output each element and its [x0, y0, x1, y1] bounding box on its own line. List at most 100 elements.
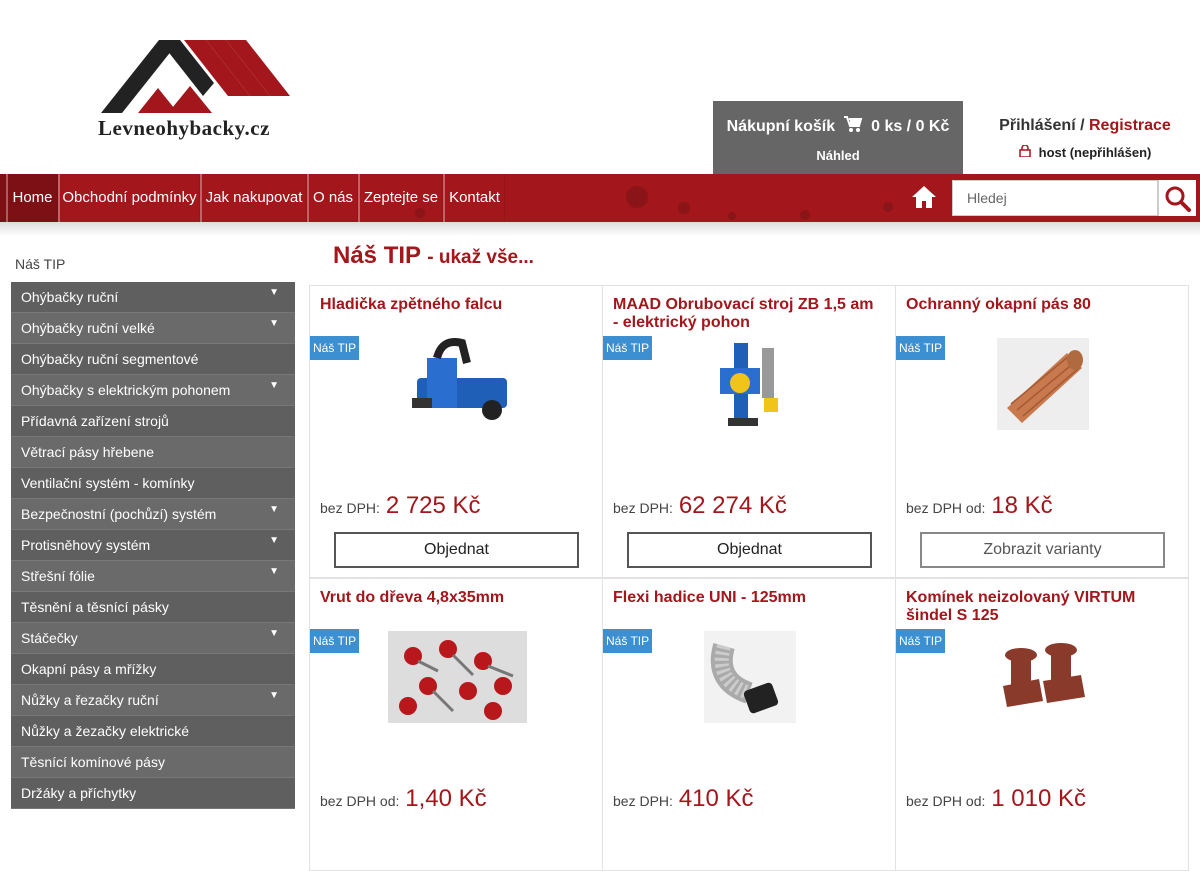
- product-name-link[interactable]: MAAD Obrubovací stroj ZB 1,5 am - elektr…: [613, 296, 883, 332]
- price-line: bez DPH od: 1,40 Kč: [320, 785, 487, 813]
- order-button[interactable]: Objednat: [627, 532, 872, 568]
- search-button[interactable]: [1158, 180, 1196, 216]
- price-label: bez DPH od:: [320, 793, 400, 809]
- sidebar-category-item[interactable]: Těsnící komínové pásy: [11, 747, 295, 778]
- site-logo[interactable]: Levneohybacky.cz: [98, 38, 330, 140]
- sidebar-category-label: Střešní fólie: [21, 568, 95, 584]
- cart-label: Nákupní košík: [726, 117, 836, 135]
- login-separator: /: [1075, 117, 1089, 134]
- nav-shadow: [0, 222, 1200, 236]
- sidebar-category-label: Těsnící komínové pásy: [21, 754, 165, 770]
- submenu-arrow-icon: ▼: [269, 690, 279, 701]
- lock-icon: [1018, 144, 1031, 160]
- tip-badge: Náš TIP: [896, 336, 946, 360]
- sidebar-category-label: Ohýbačky s elektrickým pohonem: [21, 382, 231, 398]
- sidebar-category-label: Ohýbačky ruční velké: [21, 320, 155, 336]
- sidebar-category-item[interactable]: Ventilační systém - komínky: [11, 468, 295, 499]
- sidebar-category-label: Nůžky a řezačky ruční: [21, 692, 159, 708]
- sidebar-category-item[interactable]: Okapní pásy a mřížky: [11, 654, 295, 685]
- product-name-link[interactable]: Ochranný okapní pás 80: [906, 296, 1176, 314]
- price-line: bez DPH: 2 725 Kč: [320, 492, 481, 520]
- sidebar-category-item[interactable]: Přídavná zařízení strojů: [11, 406, 295, 437]
- search-input[interactable]: [952, 180, 1158, 216]
- sidebar-category-item[interactable]: Ohýbačky ruční ▼: [11, 282, 295, 313]
- sidebar-category-item[interactable]: Střešní fólie ▼: [11, 561, 295, 592]
- nav-decoration-dot: [678, 202, 690, 214]
- price-label: bez DPH od:: [906, 793, 986, 809]
- sidebar-category-label: Přídavná zařízení strojů: [21, 413, 169, 429]
- product-image[interactable]: [397, 338, 517, 435]
- sidebar-category-item[interactable]: Stáčečky ▼: [11, 623, 295, 654]
- product-image[interactable]: [388, 631, 527, 728]
- logo-text: Levneohybacky.cz: [98, 116, 270, 140]
- show-all-link[interactable]: - ukaž vše...: [427, 247, 534, 268]
- product-name-link[interactable]: Vrut do dřeva 4,8x35mm: [320, 589, 590, 607]
- submenu-arrow-icon: ▼: [269, 535, 279, 546]
- nav-how-to-buy[interactable]: Jak nakupovat: [200, 174, 307, 222]
- nav-ask[interactable]: Zeptejte se: [358, 174, 443, 222]
- sidebar-category-item[interactable]: Protisněhový systém ▼: [11, 530, 295, 561]
- product-image[interactable]: [997, 338, 1089, 435]
- price-label: bez DPH od:: [906, 500, 986, 516]
- sidebar-title[interactable]: Náš TIP: [15, 256, 65, 272]
- site-header: Levneohybacky.cz Nákupní košík 0 ks / 0 …: [0, 0, 1200, 174]
- sidebar-category-item[interactable]: Větrací pásy hřebene: [11, 437, 295, 468]
- price-line: bez DPH: 62 274 Kč: [613, 492, 787, 520]
- price-label: bez DPH:: [320, 500, 380, 516]
- sidebar-category-item[interactable]: Držáky a příchytky: [11, 778, 295, 809]
- nav-decoration-dot: [800, 210, 810, 220]
- price-line: bez DPH od: 18 Kč: [906, 492, 1053, 520]
- login-box: Přihlášení / Registrace host (nepřihláše…: [985, 117, 1185, 160]
- sidebar-category-label: Ventilační systém - komínky: [21, 475, 195, 491]
- sidebar-category-label: Okapní pásy a mřížky: [21, 661, 157, 677]
- nav-home[interactable]: Home: [6, 174, 58, 222]
- product-name-link[interactable]: Hladička zpětného falcu: [320, 296, 590, 314]
- login-link[interactable]: Přihlášení: [999, 117, 1075, 134]
- cart-box[interactable]: Nákupní košík 0 ks / 0 Kč Náhled: [713, 101, 963, 174]
- product-image[interactable]: [997, 631, 1089, 728]
- user-status: host (nepřihlášen): [1038, 145, 1152, 160]
- sidebar-category-item[interactable]: Nůžky a řezačky ruční ▼: [11, 685, 295, 716]
- product-card[interactable]: Flexi hadice UNI - 125mm Náš TIP bez DPH: …: [602, 578, 896, 871]
- section-title: Náš TIP - ukaž vše...: [333, 242, 534, 270]
- price-value: 410 Kč: [678, 785, 754, 812]
- nav-terms[interactable]: Obchodní podmínky: [58, 174, 200, 222]
- sidebar-category-item[interactable]: Ohýbačky s elektrickým pohonem ▼: [11, 375, 295, 406]
- tip-badge: Náš TIP: [603, 629, 653, 653]
- home-icon[interactable]: [911, 185, 937, 209]
- nav-decoration-dot: [626, 186, 648, 208]
- price-value: 62 274 Kč: [678, 492, 787, 519]
- submenu-arrow-icon: ▼: [269, 287, 279, 298]
- product-name-link[interactable]: Flexi hadice UNI - 125mm: [613, 589, 883, 607]
- product-card[interactable]: Vrut do dřeva 4,8x35mm Náš TIP bez DPH od:…: [309, 578, 603, 871]
- tip-badge: Náš TIP: [603, 336, 653, 360]
- cart-icon: [843, 115, 863, 138]
- product-card[interactable]: Komínek neizolovaný VIRTUM šindel S 125 N…: [895, 578, 1189, 871]
- nav-contact[interactable]: Kontakt: [443, 174, 505, 222]
- logo-roof-icon: [101, 40, 290, 113]
- sidebar-category-item[interactable]: Ohýbačky ruční velké ▼: [11, 313, 295, 344]
- product-name-link[interactable]: Komínek neizolovaný VIRTUM šindel S 125: [906, 589, 1176, 625]
- price-value: 18 Kč: [991, 492, 1053, 519]
- product-image[interactable]: [704, 631, 796, 728]
- order-button[interactable]: Objednat: [334, 532, 579, 568]
- nav-decoration-dot: [883, 202, 893, 212]
- product-card[interactable]: MAAD Obrubovací stroj ZB 1,5 am - elektr…: [602, 285, 896, 578]
- product-card[interactable]: Hladička zpětného falcu Náš TIP bez DPH: 2…: [309, 285, 603, 578]
- product-image[interactable]: [714, 338, 786, 435]
- nav-about[interactable]: O nás: [307, 174, 358, 222]
- tip-badge: Náš TIP: [310, 336, 360, 360]
- show-variants-button[interactable]: Zobrazit varianty: [920, 532, 1165, 568]
- price-label: bez DPH:: [613, 793, 673, 809]
- sidebar-category-item[interactable]: Ohýbačky ruční segmentové: [11, 344, 295, 375]
- product-card[interactable]: Ochranný okapní pás 80 Náš TIP bez DPH od:…: [895, 285, 1189, 578]
- register-link[interactable]: Registrace: [1089, 117, 1171, 134]
- cart-preview-link[interactable]: Náhled: [713, 148, 963, 163]
- submenu-arrow-icon: ▼: [269, 628, 279, 639]
- sidebar-category-item[interactable]: Těsnění a těsnící pásky: [11, 592, 295, 623]
- sidebar-category-item[interactable]: Nůžky a žezačky elektrické: [11, 716, 295, 747]
- sidebar-category-item[interactable]: Bezpečnostní (pochůzí) systém ▼: [11, 499, 295, 530]
- submenu-arrow-icon: ▼: [269, 380, 279, 391]
- submenu-arrow-icon: ▼: [269, 566, 279, 577]
- sidebar-category-label: Těsnění a těsnící pásky: [21, 599, 169, 615]
